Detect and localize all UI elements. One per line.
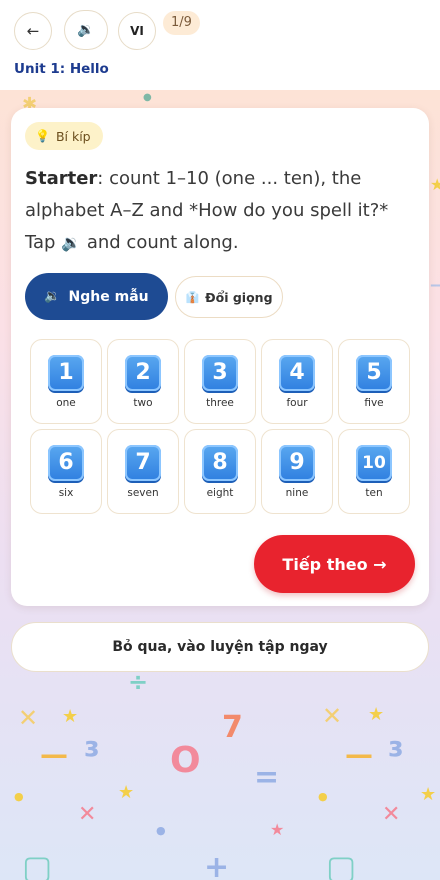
number-card-6[interactable]: 6 six: [30, 429, 102, 514]
square-decoration: ▢: [326, 848, 357, 880]
progress-badge: 1/9: [163, 11, 200, 35]
number-word: two: [133, 396, 153, 409]
number-card-9[interactable]: 9 nine: [261, 429, 333, 514]
listen-sample-label: Nghe mẫu: [68, 288, 149, 305]
progress-label: 1/9: [171, 15, 192, 30]
number-card-3[interactable]: 3 three: [184, 339, 256, 424]
star-decoration: ★: [270, 820, 285, 839]
number-word: seven: [127, 486, 159, 499]
number-word: six: [58, 486, 74, 499]
back-button[interactable]: ←: [14, 12, 52, 50]
times-decoration: ✕: [322, 702, 343, 730]
speaker-icon: 🔉: [61, 233, 82, 252]
language-toggle-button[interactable]: VI: [118, 12, 156, 50]
lesson-card: 💡 Bí kíp Starter: count 1–10 (one ... te…: [11, 108, 429, 606]
number-word: three: [206, 396, 234, 409]
square-decoration: ▢: [22, 848, 53, 880]
zero-decoration: O: [170, 740, 201, 781]
number-card-2[interactable]: 2 two: [107, 339, 179, 424]
number-card-7[interactable]: 7 seven: [107, 429, 179, 514]
times-decoration: ✕: [18, 704, 39, 732]
star-decoration: ★: [368, 704, 385, 725]
number-key: 3: [202, 354, 238, 391]
tip-label: Bí kíp: [55, 128, 91, 144]
number-key: 2: [125, 354, 161, 391]
number-grid: 1 one 2 two 3 three 4 four 5 five 6 six 7 seven…: [30, 339, 411, 514]
number-card-10[interactable]: 10 ten: [338, 429, 410, 514]
times-decoration: ✕: [382, 802, 401, 827]
number-key: 6: [48, 444, 84, 481]
equals-decoration: =: [254, 760, 280, 795]
change-voice-label: Đổi giọng: [205, 289, 273, 305]
number-key: 9: [279, 444, 315, 481]
number-card-4[interactable]: 4 four: [261, 339, 333, 424]
lesson-description: Starter: count 1–10 (one ... ten), the a…: [25, 163, 421, 259]
next-button-label: Tiếp theo →: [282, 554, 387, 574]
skip-to-practice-button[interactable]: Bỏ qua, vào luyện tập ngay: [11, 622, 429, 672]
top-bar: ← 🔉 VI 1/9 Unit 1: Hello: [0, 0, 440, 90]
description-text-2: and count along.: [81, 232, 239, 253]
number-key: 4: [279, 354, 315, 391]
back-arrow-icon: ←: [26, 22, 40, 40]
star-decoration: ★: [62, 706, 79, 727]
person-icon: 👔: [185, 290, 200, 304]
skip-button-label: Bỏ qua, vào luyện tập ngay: [112, 639, 328, 655]
star-decoration: ★: [420, 784, 437, 805]
number-card-1[interactable]: 1 one: [30, 339, 102, 424]
number-key: 7: [125, 444, 161, 481]
dot-decoration: ●: [156, 824, 166, 837]
three-decoration: ɜ: [84, 730, 100, 763]
minus-decoration: —: [345, 738, 373, 771]
number-word: nine: [285, 486, 309, 499]
number-word: ten: [365, 486, 383, 499]
seven-decoration: 7: [222, 710, 243, 745]
plus-decoration: +: [204, 850, 230, 880]
number-key: 10: [356, 444, 392, 481]
number-word: one: [56, 396, 76, 409]
star-decoration: ★: [118, 782, 135, 803]
dot-decoration: ●: [318, 790, 328, 803]
change-voice-button[interactable]: 👔 Đổi giọng: [175, 276, 283, 318]
next-button[interactable]: Tiếp theo →: [254, 535, 415, 593]
three-decoration: ɜ: [388, 730, 404, 763]
dot-decoration: ●: [143, 92, 152, 103]
language-label: VI: [130, 24, 144, 38]
dash-decoration: —: [430, 275, 440, 294]
number-card-5[interactable]: 5 five: [338, 339, 410, 424]
number-key: 1: [48, 354, 84, 391]
number-word: five: [364, 396, 384, 409]
lightbulb-icon: 💡: [35, 129, 50, 143]
times-decoration: ✕: [78, 802, 97, 827]
dot-decoration: ●: [14, 790, 24, 803]
tip-badge: 💡 Bí kíp: [25, 122, 103, 150]
number-word: eight: [206, 486, 234, 499]
number-card-8[interactable]: 8 eight: [184, 429, 256, 514]
number-word: four: [286, 396, 308, 409]
sound-button[interactable]: 🔉: [64, 10, 108, 50]
number-key: 5: [356, 354, 392, 391]
description-bold: Starter: [25, 168, 98, 189]
speaker-icon: 🔉: [44, 289, 61, 304]
number-key: 8: [202, 444, 238, 481]
speaker-icon: 🔉: [77, 22, 95, 38]
minus-decoration: —: [40, 738, 68, 771]
star-decoration: ★: [430, 175, 440, 194]
plus-decoration: ÷: [128, 668, 149, 696]
listen-sample-button[interactable]: 🔉 Nghe mẫu: [25, 273, 168, 320]
unit-title: Unit 1: Hello: [14, 61, 109, 77]
